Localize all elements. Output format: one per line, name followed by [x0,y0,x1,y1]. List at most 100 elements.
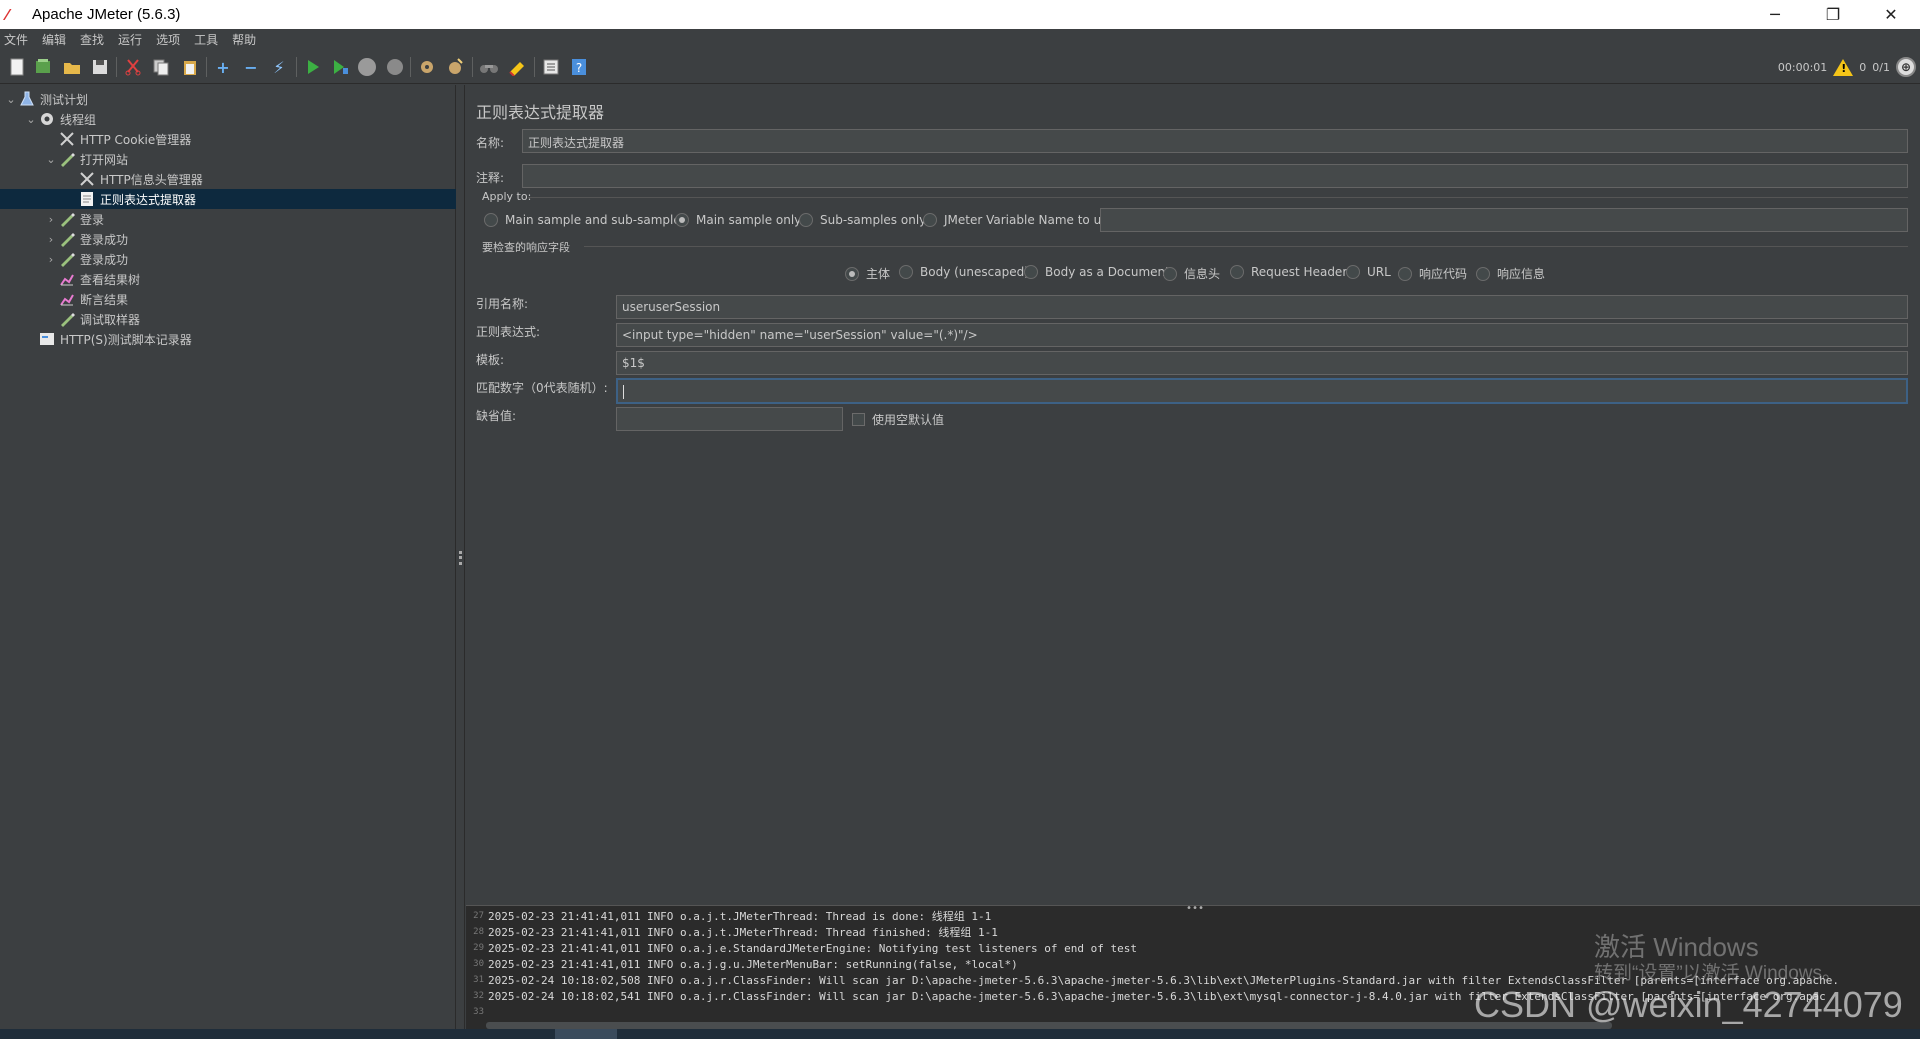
remote-icon[interactable]: ⊕ [1896,57,1916,77]
tree-item[interactable]: 调试取样器 [0,309,456,329]
tree-item[interactable]: HTTP信息头管理器 [0,169,456,189]
search-icon[interactable] [478,56,500,78]
default-value-field[interactable] [616,407,843,431]
field-body-document-radio[interactable]: Body as a Document [1024,265,1170,279]
field-response-message-radio[interactable]: 响应信息 [1476,265,1545,282]
tree-item[interactable]: HTTP(S)测试脚本记录器 [0,329,456,349]
svg-text:?: ? [576,61,582,75]
warning-icon[interactable] [1833,58,1854,76]
apply-jmeter-variable-radio[interactable]: JMeter Variable Name to use [923,213,1115,227]
minimize-button[interactable]: ─ [1746,0,1804,29]
tree-item[interactable]: › 登录成功 [0,229,456,249]
field-response-code-radio[interactable]: 响应代码 [1398,265,1467,282]
log-line: 28 2025-02-23 21:41:41,011 INFO o.a.j.t.J… [466,924,998,940]
log-line-number: 27 [473,911,484,921]
collapse-icon[interactable]: − [240,56,262,78]
toggle-icon[interactable]: ⚡ [268,56,290,78]
clear-all-icon[interactable] [444,56,466,78]
text-caret [623,384,624,399]
splitter-grip-icon[interactable] [459,551,462,565]
log-line: 29 2025-02-23 21:41:41,011 INFO o.a.j.e.S… [466,940,1137,956]
restore-button[interactable]: ❐ [1804,0,1862,29]
open-icon[interactable] [61,56,83,78]
tree-item[interactable]: HTTP Cookie管理器 [0,129,456,149]
tree-item[interactable]: › 登录成功 [0,249,456,269]
status-area: 00:00:01 0 0/1 ⊕ [1778,50,1916,84]
shutdown-icon[interactable] [384,56,406,78]
jmeter-variable-field[interactable] [1100,208,1908,232]
new-icon[interactable] [6,56,28,78]
chevron-right-icon[interactable]: › [44,213,58,226]
tree-item[interactable]: 正则表达式提取器 [0,189,456,209]
tree-item-label: 打开网站 [80,152,129,167]
apply-main-and-sub-radio[interactable]: Main sample and sub-samples [484,213,687,227]
default-value-label: 缺省值: [476,409,517,423]
gear-icon [38,111,56,127]
menu-run[interactable]: 运行 [118,31,142,48]
menu-help[interactable]: 帮助 [232,31,256,48]
menu-file[interactable]: 文件 [4,31,28,48]
close-button[interactable]: ✕ [1862,0,1920,29]
log-horizontal-scrollbar[interactable] [486,1022,1612,1029]
reset-search-icon[interactable] [506,56,528,78]
function-helper-icon[interactable] [540,56,562,78]
field-request-headers-radio[interactable]: Request Headers [1230,265,1354,279]
tree-item[interactable]: › 登录 [0,209,456,229]
menu-tools[interactable]: 工具 [194,31,218,48]
menu-options[interactable]: 选项 [156,31,180,48]
refname-field[interactable]: useruserSession [616,295,1908,319]
tree-item[interactable]: ⌄ 线程组 [0,109,456,129]
log-line-number: 33 [473,1007,484,1017]
expand-icon[interactable]: + [212,56,234,78]
taskbar-tab[interactable] [555,1029,617,1039]
tree-item[interactable]: 断言结果 [0,289,456,309]
tree-item[interactable]: ⌄ 测试计划 [0,89,456,109]
templates-icon[interactable] [32,56,54,78]
tree-item[interactable]: ⌄ 打开网站 [0,149,456,169]
pen-icon [58,151,76,167]
regex-extractor-panel: 正则表达式提取器 名称: 正则表达式提取器 注释: Apply to: Main… [466,85,1920,905]
match-number-field[interactable] [616,378,1908,404]
tree-item[interactable]: 查看结果树 [0,269,456,289]
pen-icon [58,251,76,267]
tree-item-label: 调试取样器 [80,312,141,327]
use-empty-default-checkbox[interactable]: 使用空默认值 [852,411,944,428]
chevron-down-icon[interactable]: ⌄ [44,153,58,166]
stop-icon[interactable] [356,56,378,78]
menu-search[interactable]: 查找 [80,31,104,48]
comment-field[interactable] [522,164,1908,188]
field-body-unescaped-radio[interactable]: Body (unescaped) [899,265,1029,279]
chevron-down-icon[interactable]: ⌄ [24,113,38,126]
template-field[interactable]: $1$ [616,351,1908,375]
panel-splitter[interactable] [456,85,465,1029]
field-headers-radio[interactable]: 信息头 [1163,265,1220,282]
help-icon[interactable]: ? [568,56,590,78]
chevron-right-icon[interactable]: › [44,253,58,266]
radio-dot [1230,265,1244,279]
name-field[interactable]: 正则表达式提取器 [522,129,1908,153]
log-resize-handle[interactable]: ••• [1186,903,1204,914]
log-line-text: 2025-02-23 21:41:41,011 INFO o.a.j.g.u.J… [488,957,1018,971]
chevron-right-icon[interactable]: › [44,233,58,246]
field-url-radio[interactable]: URL [1346,265,1391,279]
wrench-icon [58,131,76,147]
start-no-pause-icon[interactable] [329,56,351,78]
save-icon[interactable] [89,56,111,78]
log-line-text: 2025-02-23 21:41:41,011 INFO o.a.j.e.Sta… [488,941,1138,955]
paste-icon[interactable] [179,56,201,78]
apply-main-only-radio[interactable]: Main sample only [675,213,801,227]
copy-icon[interactable] [150,56,172,78]
start-icon[interactable] [302,56,324,78]
log-line-text: 2025-02-23 21:41:41,011 INFO o.a.j.t.JMe… [488,926,998,939]
field-body-radio[interactable]: 主体 [845,265,890,282]
menu-edit[interactable]: 编辑 [42,31,66,48]
regex-field[interactable]: <input type="hidden" name="userSession" … [616,323,1908,347]
tree-item-label: 登录成功 [80,252,129,267]
apply-sub-only-radio[interactable]: Sub-samples only [799,213,926,227]
activate-windows-subtitle: 转到“设置”以激活 Windows。 [1594,963,1842,984]
wrench-icon [78,171,96,187]
clear-icon[interactable] [416,56,438,78]
cut-icon[interactable] [122,56,144,78]
tree-item-label: 查看结果树 [80,272,141,287]
chevron-down-icon[interactable]: ⌄ [4,93,18,106]
